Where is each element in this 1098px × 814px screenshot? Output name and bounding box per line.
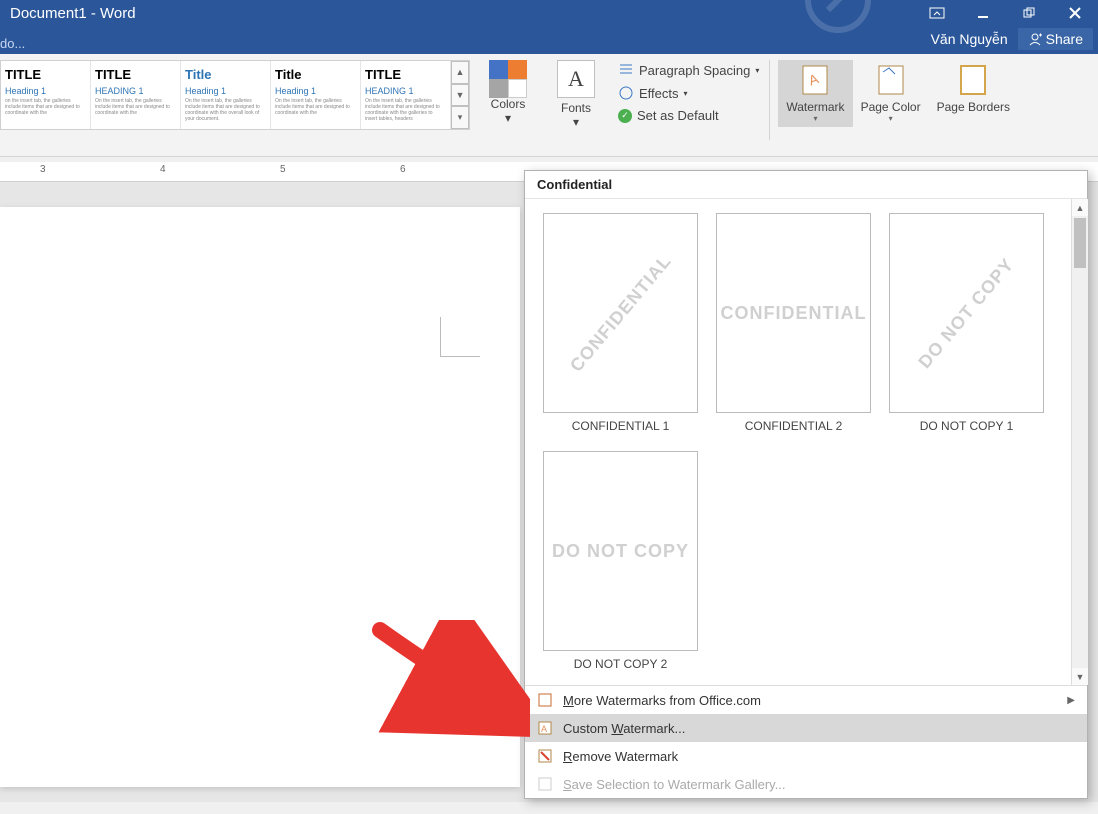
ribbon: TITLEHeading 1on the insert tab, the gal… [0,54,1098,157]
watermark-page-icon: A [537,720,553,736]
watermark-option-do-not-copy-2[interactable]: DO NOT COPY DO NOT COPY 2 [543,451,698,671]
effects-icon [618,85,634,101]
share-button[interactable]: Share [1018,28,1093,50]
chevron-down-icon: ▾ [505,111,511,125]
page-margin-marker [440,317,480,357]
remove-watermark-icon [537,748,553,764]
save-selection-menu-item: Save Selection to Watermark Gallery... [525,770,1087,798]
page-color-button[interactable]: Page Color ▾ [853,60,929,127]
dropdown-scrollbar[interactable]: ▲ ▼ [1071,199,1088,685]
page-color-icon [875,64,907,96]
save-gallery-icon [537,776,553,792]
expand-gallery-icon[interactable]: ▾ [451,106,469,129]
colors-button[interactable]: Colors ▾ [478,60,538,125]
custom-watermark-menu-item[interactable]: A Custom Watermark... [525,714,1087,742]
scrollbar-thumb[interactable] [1074,218,1086,268]
watermark-option-do-not-copy-1[interactable]: DO NOT COPY DO NOT COPY 1 [889,213,1044,433]
chevron-down-icon: ▾ [889,114,893,123]
effects-button[interactable]: Effects▾ [612,83,765,103]
check-icon: ✓ [618,109,632,123]
paragraph-spacing-button[interactable]: Paragraph Spacing▾ [612,60,765,80]
style-item[interactable]: TITLEHeading 1on the insert tab, the gal… [1,61,91,129]
undo-hint: do... [0,36,25,51]
gallery-scroll[interactable]: ▲▼▾ [451,61,469,129]
scroll-down-icon[interactable]: ▼ [1072,668,1088,685]
more-watermarks-menu-item[interactable]: More Watermarks from Office.com ▶ [525,686,1087,714]
svg-text:A: A [541,724,547,734]
window-title: Document1 - Word [10,5,136,22]
watermark-icon: A [799,64,831,96]
maximize-button[interactable] [1006,0,1052,26]
office-icon [537,692,553,708]
colors-icon [489,60,527,98]
style-item[interactable]: TitleHeading 1On the insert tab, the gal… [181,61,271,129]
style-gallery[interactable]: TITLEHeading 1on the insert tab, the gal… [0,60,470,130]
user-name: Văn Nguyễn [931,31,1008,47]
watermark-button[interactable]: A Watermark ▾ [778,60,852,127]
chevron-down-icon: ▾ [813,114,817,123]
close-button[interactable] [1052,0,1098,26]
watermark-option-confidential-2[interactable]: CONFIDENTIAL CONFIDENTIAL 2 [716,213,871,433]
set-default-button[interactable]: ✓ Set as Default [612,106,765,125]
style-item[interactable]: TitleHeading 1On the insert tab, the gal… [271,61,361,129]
page-borders-button[interactable]: Page Borders [929,60,1018,127]
style-item[interactable]: TITLEHEADING 1On the insert tab, the gal… [91,61,181,129]
remove-watermark-menu-item[interactable]: Remove Watermark [525,742,1087,770]
ribbon-divider [769,60,770,140]
scroll-up-icon[interactable]: ▲ [1072,199,1088,216]
minimize-button[interactable] [960,0,1006,26]
page-borders-icon [957,64,989,96]
watermark-category-header: Confidential [525,171,1087,199]
scroll-up-icon[interactable]: ▲ [451,61,469,84]
chevron-down-icon: ▾ [573,115,579,129]
title-bar: Document1 - Word do... Văn Nguyễn Share [0,0,1098,54]
share-icon [1028,32,1042,46]
chevron-down-icon: ▾ [684,89,688,98]
title-decoration [638,0,898,40]
watermark-dropdown: Confidential CONFIDENTIAL CONFIDENTIAL 1… [524,170,1088,799]
chevron-down-icon: ▾ [755,66,759,75]
paragraph-spacing-icon [618,62,634,78]
page[interactable] [0,207,520,787]
watermark-option-confidential-1[interactable]: CONFIDENTIAL CONFIDENTIAL 1 [543,213,698,433]
scroll-down-icon[interactable]: ▼ [451,84,469,107]
fonts-icon: A [557,60,595,98]
ribbon-display-options-icon[interactable] [914,0,960,26]
share-label: Share [1046,31,1083,47]
chevron-right-icon: ▶ [1067,695,1075,706]
style-item[interactable]: TITLEHEADING 1On the insert tab, the gal… [361,61,451,129]
fonts-button[interactable]: A Fonts ▾ [546,60,606,129]
